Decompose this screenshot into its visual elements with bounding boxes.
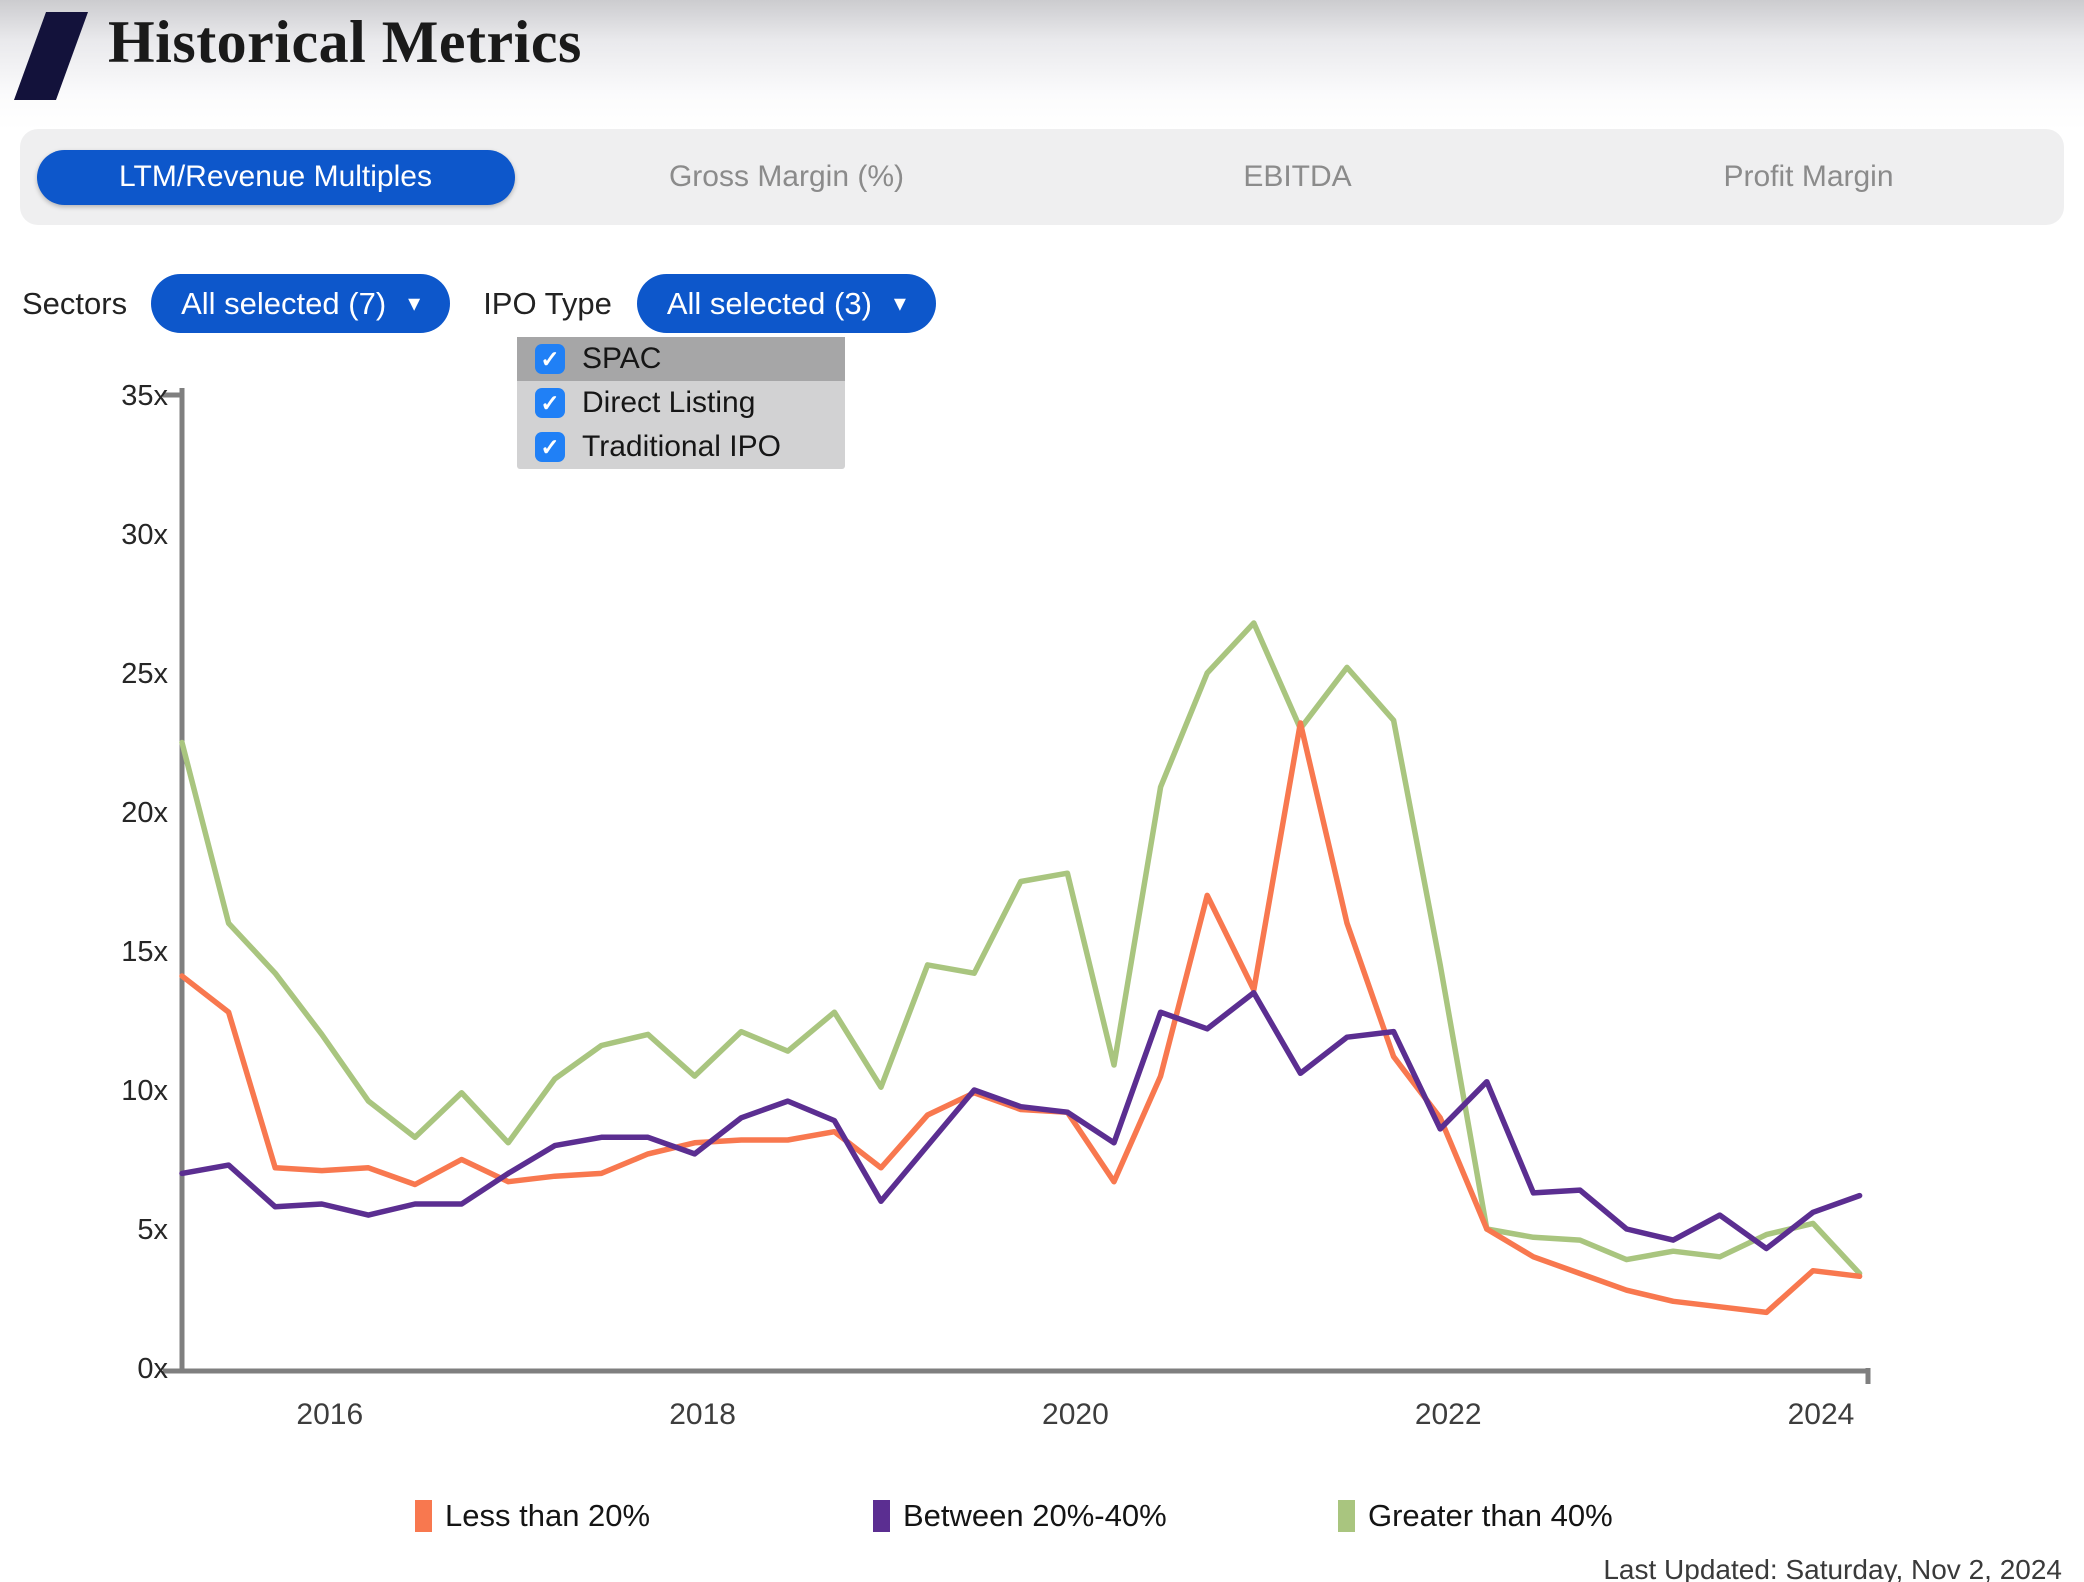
x-tick-label: 2020 — [1042, 1398, 1109, 1431]
tab-gross-margin[interactable]: Gross Margin (%) — [531, 129, 1042, 225]
ipo-type-dropdown-value: All selected (3) — [666, 285, 872, 321]
filter-row: Sectors All selected (7) ▾ IPO Type All … — [22, 274, 936, 333]
dropdown-option-traditional-ipo[interactable]: ✓ Traditional IPO — [517, 425, 845, 469]
historical-metrics-app: Historical Metrics LTM/Revenue Multiples… — [0, 0, 2084, 1582]
dropdown-option-traditional-ipo-label: Traditional IPO — [582, 430, 781, 463]
y-tick-label: 15x — [121, 936, 168, 968]
chevron-down-icon: ▾ — [893, 289, 906, 317]
legend-swatch-less-than-20 — [415, 1500, 432, 1532]
legend-item-greater-than-40: Greater than 40% — [1338, 1498, 1613, 1534]
x-tick-label: 2018 — [669, 1398, 736, 1431]
tab-ltm-revenue-multiples-pill[interactable]: LTM/Revenue Multiples — [36, 149, 515, 205]
tab-profit-margin[interactable]: Profit Margin — [1553, 129, 2064, 225]
sectors-dropdown-value: All selected (7) — [181, 285, 387, 321]
x-tick-label: 2016 — [296, 1398, 363, 1431]
legend-label-between-20-40: Between 20%-40% — [903, 1498, 1167, 1533]
legend-swatch-greater-than-40 — [1338, 1500, 1355, 1532]
ipo-type-dropdown-button[interactable]: All selected (3) ▾ — [636, 274, 936, 333]
last-updated-text: Last Updated: Saturday, Nov 2, 2024 — [1603, 1554, 2062, 1582]
metric-tabbar: LTM/Revenue Multiples Gross Margin (%) E… — [20, 129, 2064, 225]
sectors-dropdown-button[interactable]: All selected (7) ▾ — [151, 274, 451, 333]
legend-swatch-between-20-40 — [873, 1500, 890, 1532]
tab-gross-margin-label[interactable]: Gross Margin (%) — [669, 160, 904, 194]
brand-slash-logo-icon — [13, 12, 89, 100]
tab-ebitda[interactable]: EBITDA — [1042, 129, 1553, 225]
y-tick-label: 5x — [137, 1214, 168, 1246]
sectors-filter-label: Sectors — [22, 285, 128, 321]
legend-label-greater-than-40: Greater than 40% — [1368, 1498, 1613, 1533]
dropdown-option-spac-label: SPAC — [582, 342, 662, 375]
y-tick-label: 0x — [137, 1353, 168, 1385]
y-tick-label: 30x — [121, 519, 168, 551]
dropdown-option-direct-listing-label: Direct Listing — [582, 386, 756, 419]
x-tick-label: 2024 — [1788, 1398, 1855, 1431]
ipo-type-dropdown-menu: ✓ SPAC ✓ Direct Listing ✓ Traditional IP… — [517, 337, 845, 469]
y-tick-label: 20x — [121, 797, 168, 829]
chart-legend: Less than 20% Between 20%-40% Greater th… — [0, 1498, 2084, 1542]
legend-label-less-than-20: Less than 20% — [445, 1498, 651, 1533]
y-tick-label: 25x — [121, 658, 168, 690]
dropdown-option-direct-listing[interactable]: ✓ Direct Listing — [517, 381, 845, 425]
dropdown-option-spac[interactable]: ✓ SPAC — [517, 337, 845, 381]
tab-ebitda-label[interactable]: EBITDA — [1243, 160, 1351, 194]
checkbox-traditional-ipo-checked-icon[interactable]: ✓ — [535, 432, 565, 462]
series-line-less-than-20- — [179, 720, 1863, 1316]
legend-item-less-than-20: Less than 20% — [415, 1498, 650, 1534]
chevron-down-icon: ▾ — [408, 289, 421, 317]
checkbox-direct-listing-checked-icon[interactable]: ✓ — [535, 388, 565, 418]
x-tick-label: 2022 — [1415, 1398, 1482, 1431]
page-title: Historical Metrics — [108, 9, 582, 75]
legend-item-between-20-40: Between 20%-40% — [873, 1498, 1167, 1534]
y-tick-label: 10x — [121, 1075, 168, 1107]
ipo-type-filter-label: IPO Type — [483, 285, 612, 321]
y-tick-label: 35x — [121, 380, 168, 412]
tab-ltm-revenue-multiples[interactable]: LTM/Revenue Multiples — [20, 129, 531, 225]
ltm-revenue-multiples-line-chart: 0x 5x 10x 15x 20x 25x 30x 35x 2016 2018 2020 2022 20… — [121, 380, 1871, 1431]
tab-profit-margin-label[interactable]: Profit Margin — [1723, 160, 1893, 194]
checkbox-spac-checked-icon[interactable]: ✓ — [535, 344, 565, 374]
